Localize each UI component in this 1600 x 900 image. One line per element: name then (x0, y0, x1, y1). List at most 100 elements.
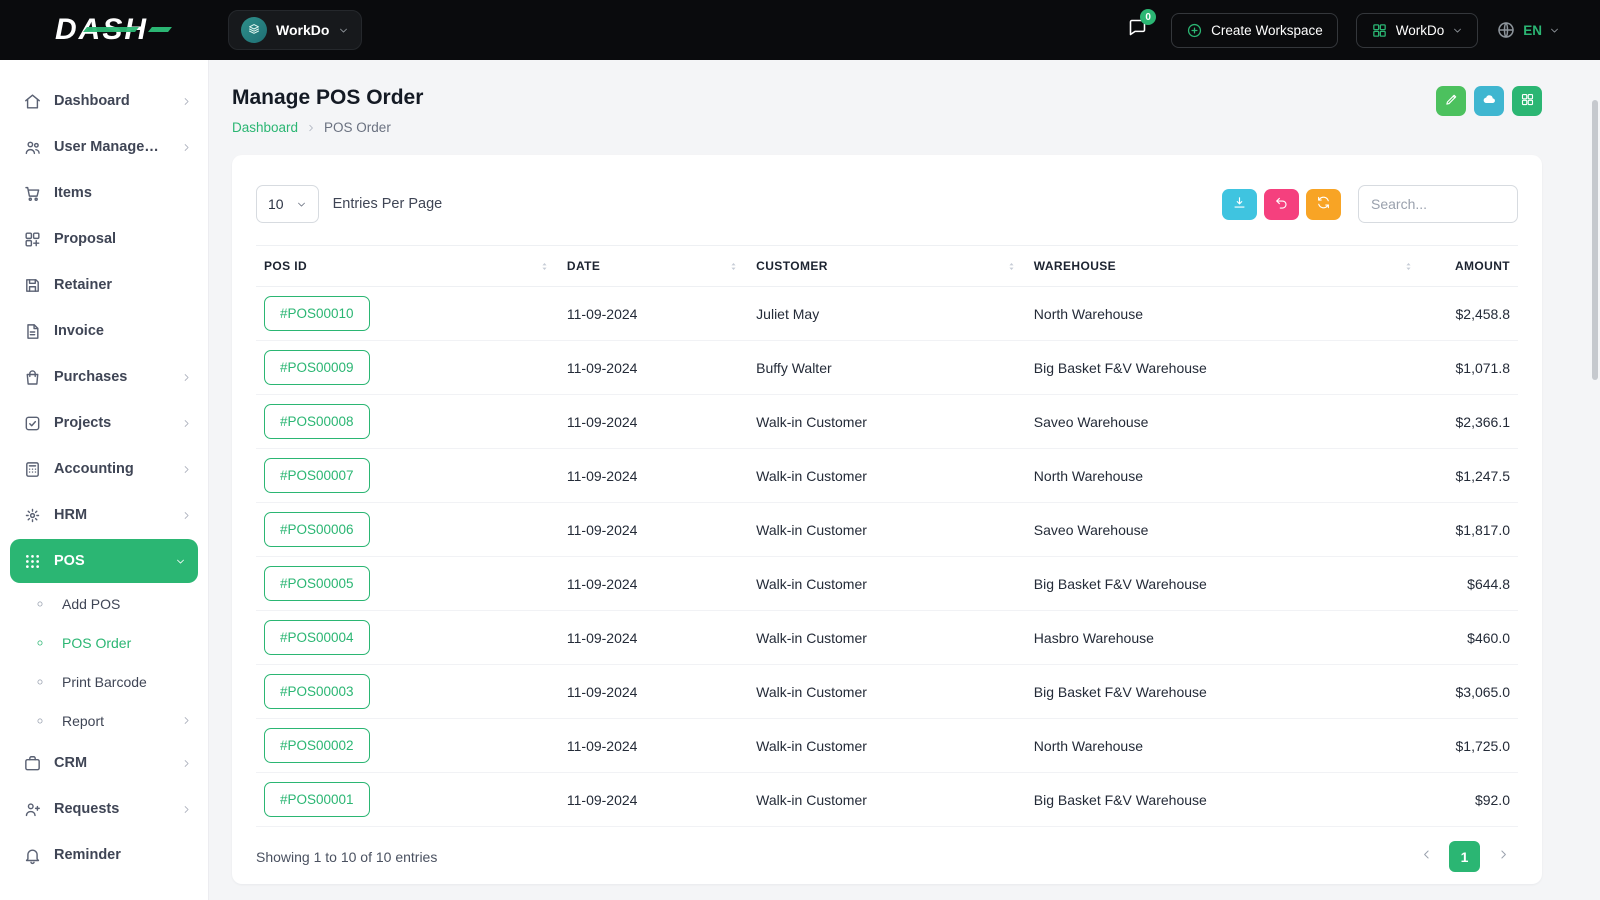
sort-icon[interactable] (1005, 260, 1018, 273)
workdo-menu-button[interactable]: WorkDo (1355, 12, 1479, 48)
accounting-icon (22, 459, 42, 479)
sidebar-item-pos-order[interactable]: POS Order (0, 623, 208, 662)
topbar-right: 0 Create Workspace WorkDo EN (1121, 9, 1560, 48)
sidebar-item-label: Add POS (62, 595, 121, 612)
column-header-pos-id[interactable]: POS ID (256, 245, 559, 287)
table-row: #POS00007 11-09-2024 Walk-in Customer North… (256, 448, 1518, 503)
create-workspace-button[interactable]: Create Workspace (1171, 12, 1338, 48)
sidebar-item-label: Dashboard (54, 93, 130, 109)
chevron-right-icon (181, 804, 192, 815)
page-header: Manage POS Order Dashboard POS Order (232, 86, 1542, 135)
table-body: #POS00010 11-09-2024 Juliet May North Wareh… (256, 286, 1518, 827)
sidebar-item-label: POS (54, 553, 85, 569)
workspace-selector[interactable]: WorkDo (228, 10, 363, 50)
grid-icon (1371, 22, 1388, 39)
items-icon (22, 183, 42, 203)
amount-cell: $1,247.5 (1423, 448, 1518, 503)
messages-button[interactable]: 0 (1121, 9, 1157, 46)
pos-id-link[interactable]: #POS00008 (264, 404, 370, 439)
pos-id-link[interactable]: #POS00009 (264, 350, 370, 385)
sidebar-item-report[interactable]: Report (0, 701, 208, 740)
pagination-page-button[interactable]: 1 (1449, 841, 1480, 872)
sidebar-item-label: Print Barcode (62, 673, 147, 690)
amount-cell: $3,065.0 (1423, 664, 1518, 719)
pagination-next-button[interactable] (1488, 842, 1518, 872)
notification-badge: 0 (1140, 9, 1157, 25)
sidebar-item-label: HRM (54, 507, 88, 523)
pos-id-link[interactable]: #POS00010 (264, 296, 370, 331)
breadcrumb-current: POS Order (324, 120, 391, 135)
page-action-cloud-button[interactable] (1474, 86, 1504, 116)
column-label: POS ID (264, 259, 308, 273)
sidebar-item-items[interactable]: Items (0, 170, 208, 216)
amount-cell: $644.8 (1423, 556, 1518, 611)
refresh-icon (1316, 195, 1331, 213)
date-cell: 11-09-2024 (558, 664, 749, 719)
chevron-right-icon (181, 758, 192, 769)
pos-id-link[interactable]: #POS00001 (264, 782, 370, 817)
chevron-right-icon (181, 510, 192, 521)
date-cell: 11-09-2024 (558, 718, 749, 773)
page-action-grid-button[interactable] (1512, 86, 1542, 116)
sidebar-item-accounting[interactable]: Accounting (0, 446, 208, 492)
chevron-down-icon (175, 556, 186, 567)
chevron-down-icon (1452, 25, 1463, 36)
stack-icon (247, 22, 261, 39)
workspace-name: WorkDo (276, 22, 330, 38)
sort-icon[interactable] (727, 260, 740, 273)
pagination: 1 (1411, 841, 1518, 872)
pos-id-link[interactable]: #POS00006 (264, 512, 370, 547)
projects-icon (22, 413, 42, 433)
breadcrumb-dashboard-link[interactable]: Dashboard (232, 120, 298, 135)
column-header-warehouse[interactable]: WAREHOUSE (1025, 245, 1424, 287)
sidebar-item-retainer[interactable]: Retainer (0, 262, 208, 308)
showing-entries-text: Showing 1 to 10 of 10 entries (256, 848, 438, 865)
customer-cell: Buffy Walter (748, 340, 1026, 395)
chevron-right-icon (181, 372, 192, 383)
sidebar-item-pos[interactable]: POS (10, 539, 198, 583)
retainer-icon (22, 275, 42, 295)
chevron-right-icon (181, 142, 192, 153)
pos-id-link[interactable]: #POS00005 (264, 566, 370, 601)
crm-icon (22, 753, 42, 773)
pos-id-link[interactable]: #POS00007 (264, 458, 370, 493)
sidebar-item-dashboard[interactable]: Dashboard (0, 78, 208, 124)
pos-id-link[interactable]: #POS00002 (264, 728, 370, 763)
sidebar-item-label: Items (54, 185, 92, 201)
pos-id-link[interactable]: #POS00004 (264, 620, 370, 655)
warehouse-cell: North Warehouse (1025, 448, 1424, 503)
refresh-button[interactable] (1306, 188, 1341, 220)
language-selector[interactable]: EN (1496, 20, 1560, 40)
sidebar-item-add-pos[interactable]: Add POS (0, 584, 208, 623)
sidebar-item-requests[interactable]: Requests (0, 786, 208, 832)
scrollbar[interactable] (1592, 100, 1598, 380)
sidebar-item-invoice[interactable]: Invoice (0, 308, 208, 354)
customer-cell: Walk-in Customer (748, 718, 1026, 773)
pos-id-link[interactable]: #POS00003 (264, 674, 370, 709)
amount-cell: $1,071.8 (1423, 340, 1518, 395)
sidebar-item-crm[interactable]: CRM (0, 740, 208, 786)
amount-cell: $460.0 (1423, 610, 1518, 665)
sidebar-item-proposal[interactable]: Proposal (0, 216, 208, 262)
search-input[interactable] (1358, 185, 1518, 223)
column-header-date[interactable]: DATE (558, 245, 749, 287)
sidebar-item-hrm[interactable]: HRM (0, 492, 208, 538)
page-actions (1436, 86, 1542, 116)
purchases-icon (22, 367, 42, 387)
pagination-prev-button[interactable] (1411, 842, 1441, 872)
sort-icon[interactable] (1402, 260, 1415, 273)
page-action-edit-button[interactable] (1436, 86, 1466, 116)
sidebar-item-reminder[interactable]: Reminder (0, 832, 208, 878)
customer-cell: Walk-in Customer (748, 448, 1026, 503)
export-button[interactable] (1222, 188, 1257, 220)
sidebar-item-user-management[interactable]: User Management (0, 124, 208, 170)
entries-per-page-select[interactable]: 10 (256, 185, 319, 223)
sidebar-item-print-barcode[interactable]: Print Barcode (0, 662, 208, 701)
reset-button[interactable] (1264, 188, 1299, 220)
sidebar-item-purchases[interactable]: Purchases (0, 354, 208, 400)
column-header-customer[interactable]: CUSTOMER (748, 245, 1026, 287)
sidebar-item-projects[interactable]: Projects (0, 400, 208, 446)
warehouse-cell: Saveo Warehouse (1025, 502, 1424, 557)
sort-icon[interactable] (538, 260, 551, 273)
chevron-down-icon (338, 25, 349, 36)
